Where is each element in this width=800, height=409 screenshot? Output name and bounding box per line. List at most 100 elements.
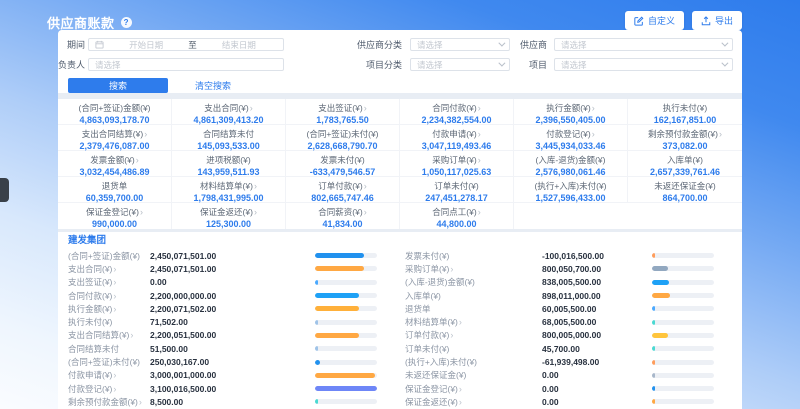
- select-placeholder: 请选择: [417, 59, 498, 71]
- metric-label: 材料结算单(¥)›: [405, 316, 542, 328]
- export-button[interactable]: 导出: [692, 11, 742, 30]
- stat-label: 进项税额(¥)›: [172, 155, 285, 165]
- metric-bar: [315, 293, 359, 298]
- metric-label: 支出签证(¥)›: [68, 276, 150, 288]
- stat-cell[interactable]: 合同结算未付› 145,093,533.00: [172, 125, 286, 151]
- metric-row[interactable]: 订单付款(¥)› 800,005,000.00: [405, 329, 742, 342]
- supplier-category-select[interactable]: 请选择: [410, 38, 510, 51]
- stat-cell[interactable]: 执行未付(¥)› 162,167,851.00: [628, 99, 742, 125]
- stat-label: 支出签证(¥)›: [286, 103, 399, 113]
- stat-cell[interactable]: 支出合同(¥)› 4,861,309,413.20: [172, 99, 286, 125]
- stat-cell[interactable]: 入库单(¥)› 2,657,339,761.46: [628, 151, 742, 177]
- help-icon[interactable]: ?: [121, 17, 132, 28]
- chevron-right-icon: ›: [478, 155, 481, 165]
- metric-bar: [315, 320, 318, 325]
- metric-value: 2,450,071,501.00: [150, 251, 315, 261]
- stat-cell[interactable]: 材料结算单(¥)› 1,798,431,995.00: [172, 177, 286, 203]
- start-date-input[interactable]: [108, 40, 184, 50]
- stat-cell[interactable]: 订单未付(¥)› 247,451,278.17: [400, 177, 514, 203]
- metric-row[interactable]: 付款申请(¥)› 3,000,001,000.00: [68, 369, 405, 382]
- chevron-right-icon: ›: [113, 291, 116, 301]
- metric-bar-track: [652, 346, 714, 351]
- export-icon: [701, 16, 711, 26]
- stat-cell[interactable]: 保证金返还(¥)› 125,300.00: [172, 203, 286, 229]
- metric-row[interactable]: 采购订单(¥)› 800,050,700.00: [405, 262, 742, 275]
- metric-row[interactable]: 退货单› 60,005,500.00: [405, 302, 742, 315]
- metric-row[interactable]: 保证金登记(¥)› 0.00: [405, 382, 742, 395]
- stat-cell[interactable]: (执行+入库)未付(¥)› 1,527,596,433.00: [514, 177, 628, 203]
- metric-bar-track: [652, 386, 714, 391]
- metric-row[interactable]: 未返还保证金(¥)› 0.00: [405, 369, 742, 382]
- metric-row[interactable]: 支出合同结算(¥)› 2,200,051,500.00: [68, 329, 405, 342]
- stat-value: 2,628,668,790.70: [286, 141, 399, 151]
- metric-row[interactable]: 剩余预付款金额(¥)› 8,500.00: [68, 395, 405, 408]
- metric-row[interactable]: 执行金额(¥)› 2,200,071,502.00: [68, 302, 405, 315]
- chevron-right-icon: ›: [478, 129, 481, 139]
- stat-cell[interactable]: 合同薪资(¥)› 41,834.00: [286, 203, 400, 229]
- project-category-select[interactable]: 请选择: [410, 58, 510, 71]
- stat-value: 143,959,511.93: [172, 167, 285, 177]
- stat-cell[interactable]: 采购订单(¥)› 1,050,117,025.63: [400, 151, 514, 177]
- stat-cell[interactable]: 合同点工(¥)› 44,800.00: [400, 203, 514, 229]
- customize-button[interactable]: 自定义: [625, 11, 684, 30]
- owner-input[interactable]: [88, 58, 284, 71]
- end-date-input[interactable]: [201, 40, 277, 50]
- stat-label: (执行+入库)未付(¥)›: [514, 181, 627, 191]
- metric-row[interactable]: (执行+入库)未付(¥)› -61,939,498.00: [405, 355, 742, 368]
- metric-bar-track: [315, 306, 377, 311]
- stat-cell[interactable]: 付款登记(¥)› 3,445,934,033.46: [514, 125, 628, 151]
- metric-label: 保证金登记(¥)›: [405, 383, 542, 395]
- clear-search-link[interactable]: 清空搜索: [195, 79, 231, 92]
- metric-row[interactable]: (合同+签证)金额(¥)› 2,450,071,501.00: [68, 249, 405, 262]
- project-select[interactable]: 请选择: [554, 58, 733, 71]
- stat-cell[interactable]: 合同付款(¥)› 2,234,382,554.00: [400, 99, 514, 125]
- stat-cell[interactable]: 退货单› 60,359,700.00: [58, 177, 172, 203]
- stat-cell[interactable]: 发票金额(¥)› 3,032,454,486.89: [58, 151, 172, 177]
- metric-row[interactable]: 入库单(¥)› 898,011,000.00: [405, 289, 742, 302]
- chevron-right-icon: ›: [719, 129, 722, 139]
- date-range-input[interactable]: 至: [88, 38, 284, 51]
- stat-cell[interactable]: 发票未付(¥)› -633,479,546.57: [286, 151, 400, 177]
- stat-label: 付款申请(¥)›: [400, 129, 513, 139]
- metric-row[interactable]: 支出签证(¥)› 0.00: [68, 276, 405, 289]
- metric-row[interactable]: 支出合同(¥)› 2,450,071,501.00: [68, 262, 405, 275]
- chevron-right-icon: ›: [450, 330, 453, 340]
- metric-row[interactable]: 保证金返还(¥)› 0.00: [405, 395, 742, 408]
- stat-cell[interactable]: 订单付款(¥)› 802,665,747.46: [286, 177, 400, 203]
- select-placeholder: 请选择: [561, 39, 721, 51]
- metric-bar: [652, 386, 655, 391]
- calendar-icon: [95, 36, 104, 54]
- metric-row[interactable]: 合同结算未付› 51,500.00: [68, 342, 405, 355]
- metric-row[interactable]: 付款登记(¥)› 3,100,016,500.00: [68, 382, 405, 395]
- chevron-down-icon: [498, 40, 505, 47]
- stat-label: 发票金额(¥)›: [58, 155, 171, 165]
- stat-cell[interactable]: 支出合同结算(¥)› 2,379,476,087.00: [58, 125, 172, 151]
- stat-cell[interactable]: 未返还保证金(¥)› 864,700.00: [628, 177, 742, 203]
- stat-cell[interactable]: 进项税额(¥)› 143,959,511.93: [172, 151, 286, 177]
- stat-cell[interactable]: 支出签证(¥)› 1,783,765.50: [286, 99, 400, 125]
- metric-row[interactable]: 材料结算单(¥)› 68,005,500.00: [405, 315, 742, 328]
- stat-cell[interactable]: 剩余预付款金额(¥)› 373,082.00: [628, 125, 742, 151]
- stat-cell[interactable]: 保证金登记(¥)› 990,000.00: [58, 203, 172, 229]
- stat-label: 执行未付(¥)›: [628, 103, 742, 113]
- stat-cell[interactable]: (合同+签证)未付(¥)› 2,628,668,790.70: [286, 125, 400, 151]
- stat-cell[interactable]: (合同+签证)金额(¥)› 4,863,093,178.70: [58, 99, 172, 125]
- metric-row[interactable]: 合同付款(¥)› 2,200,000,000.00: [68, 289, 405, 302]
- supplier-select[interactable]: 请选择: [554, 38, 733, 51]
- group-metrics: (合同+签证)金额(¥)› 2,450,071,501.00 支出合同(¥)› …: [68, 249, 742, 409]
- search-button[interactable]: 搜索: [68, 78, 168, 93]
- metric-row[interactable]: 执行未付(¥)› 71,502.00: [68, 315, 405, 328]
- stat-cell[interactable]: (入库-退货)金额(¥)› 2,576,980,061.46: [514, 151, 628, 177]
- metric-row[interactable]: 发票未付(¥)› -100,016,500.00: [405, 249, 742, 262]
- stat-label: (合同+签证)未付(¥)›: [286, 129, 399, 139]
- sidebar-toggle-handle[interactable]: [0, 178, 9, 202]
- metric-value: 250,030,167.00: [150, 357, 315, 367]
- metric-label: 付款登记(¥)›: [68, 383, 150, 395]
- group-title[interactable]: 建发集团: [68, 235, 742, 246]
- metric-row[interactable]: (合同+签证)未付(¥)› 250,030,167.00: [68, 355, 405, 368]
- stat-cell[interactable]: 执行金额(¥)› 2,396,550,405.00: [514, 99, 628, 125]
- metric-bar-track: [315, 293, 377, 298]
- stat-cell[interactable]: 付款申请(¥)› 3,047,119,493.46: [400, 125, 514, 151]
- metric-row[interactable]: (入库-退货)金额(¥)› 838,005,500.00: [405, 276, 742, 289]
- metric-row[interactable]: 订单未付(¥)› 45,700.00: [405, 342, 742, 355]
